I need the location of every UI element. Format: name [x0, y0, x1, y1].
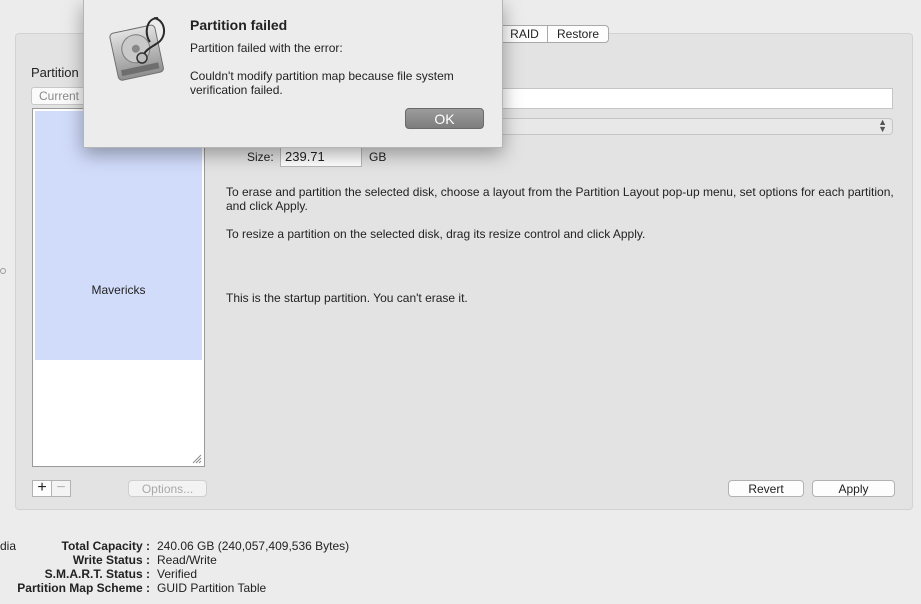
updown-arrows-icon: ▲ ▼ [878, 117, 887, 134]
alert-title: Partition failed [190, 17, 288, 33]
add-partition-button[interactable]: + [32, 480, 52, 497]
tab-restore[interactable]: Restore [547, 25, 609, 43]
write-status-value: Read/Write [157, 553, 217, 567]
smart-status-value: Verified [157, 567, 198, 581]
partition-block-mavericks[interactable]: Mavericks [35, 111, 202, 360]
partition-name-label: Mavericks [91, 283, 146, 297]
revert-button[interactable]: Revert [728, 480, 804, 497]
smart-status-label: S.M.A.R.T. Status : [44, 567, 150, 581]
size-unit: GB [369, 150, 387, 164]
total-capacity-label: Total Capacity : [61, 539, 150, 553]
partition-name-field[interactable] [500, 88, 893, 109]
partition-map[interactable]: Mavericks [32, 108, 205, 467]
alert-message: Partition failed with the error: [190, 41, 343, 55]
tab-raid[interactable]: RAID [500, 25, 548, 43]
partition-layout-popup[interactable]: Current [31, 87, 91, 105]
format-popup[interactable]: ▲ ▼ [500, 118, 893, 135]
apply-button[interactable]: Apply [812, 480, 895, 497]
partition-layout-label: Partition [31, 65, 79, 80]
partition-failed-alert: Partition failed Partition failed with t… [83, 0, 503, 148]
size-input[interactable]: 239.71 [280, 146, 362, 167]
total-capacity-value: 240.06 GB (240,057,409,536 Bytes) [157, 539, 350, 553]
partition-map-scheme-label: Partition Map Scheme : [17, 581, 150, 595]
remove-partition-button[interactable]: − [51, 480, 71, 497]
disk-utility-icon [109, 17, 165, 81]
partition-map-scheme-value: GUID Partition Table [157, 581, 267, 595]
splitter-handle-icon[interactable] [0, 268, 6, 274]
size-label: Size: [247, 150, 274, 164]
resize-instructions: To resize a partition on the selected di… [226, 227, 646, 241]
erase-instructions: To erase and partition the selected disk… [226, 185, 894, 213]
resize-grip-icon[interactable] [192, 454, 202, 464]
write-status-label: Write Status : [72, 553, 150, 567]
ok-button[interactable]: OK [405, 108, 484, 129]
startup-note: This is the startup partition. You can't… [226, 291, 468, 305]
options-button[interactable]: Options... [128, 480, 207, 497]
alert-error-detail: Couldn't modify partition map because fi… [190, 69, 454, 97]
